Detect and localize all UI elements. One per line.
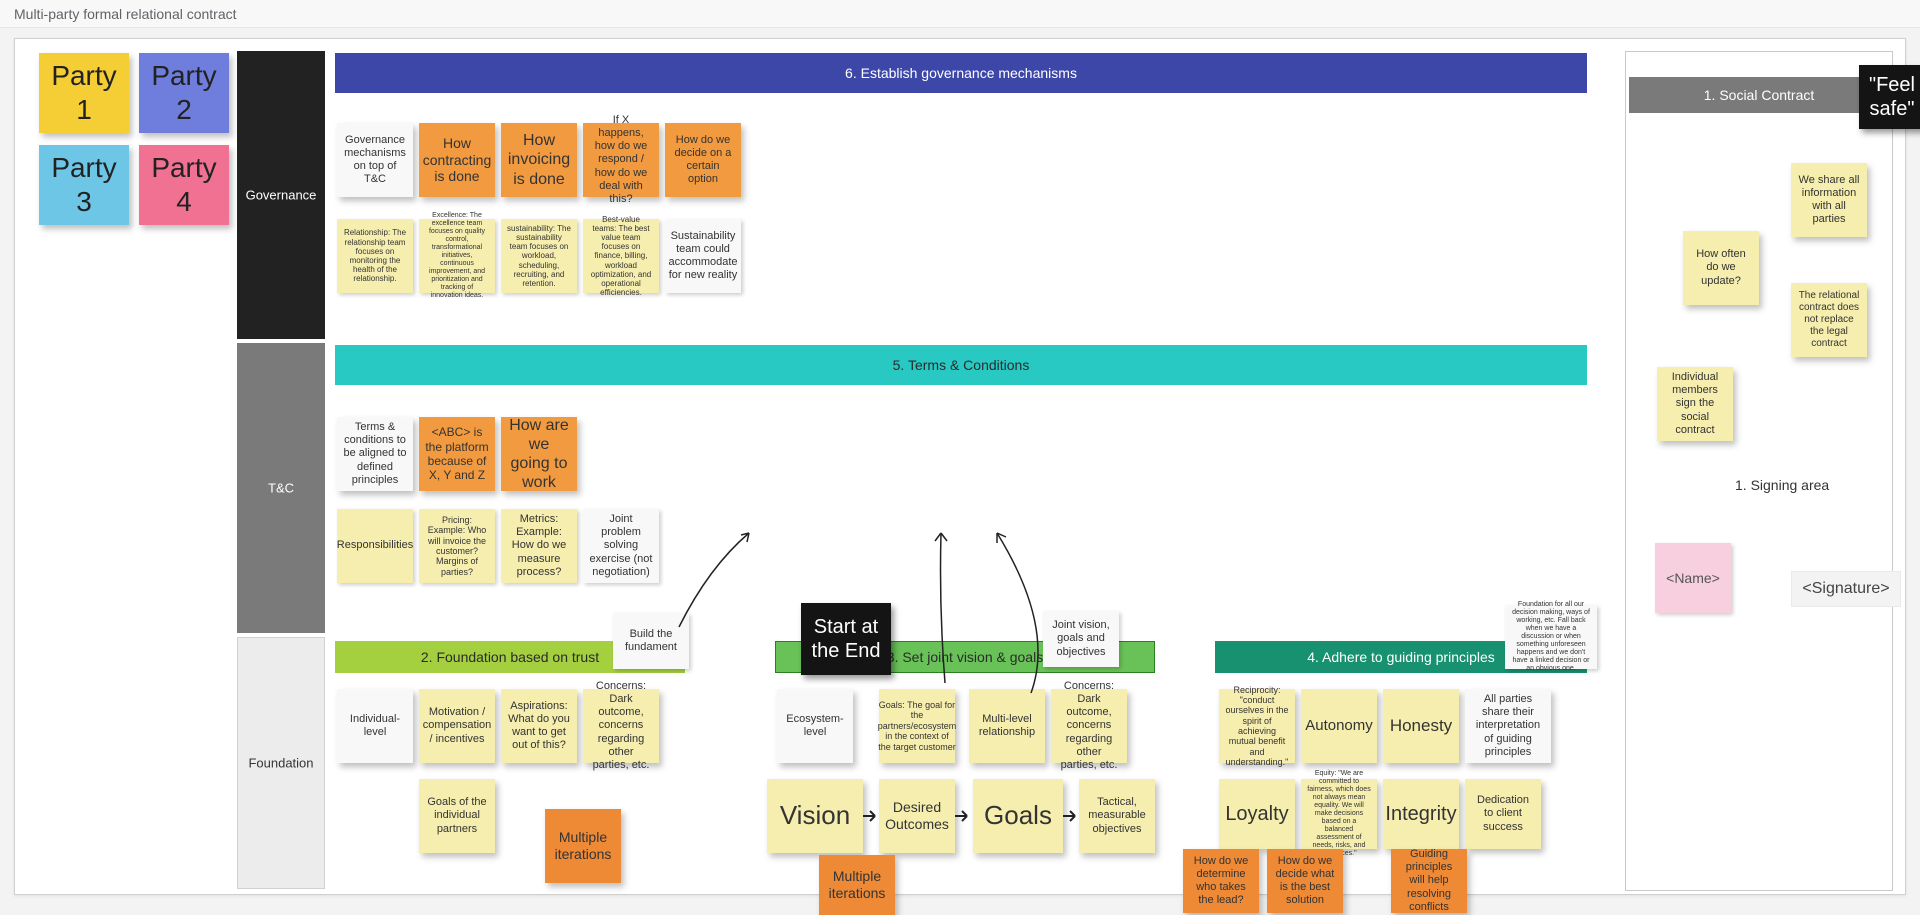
note-gov-2a[interactable]: Relationship: The relationship team focu…	[337, 219, 413, 293]
banner-tc: 5. Terms & Conditions	[335, 345, 1587, 385]
signing-area-title: 1. Signing area	[1735, 477, 1829, 493]
whiteboard-canvas[interactable]: Party 1 Party 2 Party 3 Party 4 Governan…	[14, 38, 1906, 895]
note-found-e[interactable]: Goals of the individual partners	[419, 779, 495, 853]
note-found-iter[interactable]: Multiple iterations	[545, 809, 621, 883]
note-party-4[interactable]: Party 4	[139, 145, 229, 225]
note-pr-interp[interactable]: All parties share their interpretation o…	[1465, 689, 1551, 763]
note-side-legal[interactable]: The relational contract does not replace…	[1791, 283, 1867, 357]
note-tc-1c[interactable]: How are we going to work	[501, 417, 577, 491]
board-title-text: Multi-party formal relational contract	[14, 6, 237, 22]
note-party-1[interactable]: Party 1	[39, 53, 129, 133]
note-gov-1a[interactable]: Governance mechanisms on top of T&C	[337, 123, 413, 197]
note-party-3[interactable]: Party 3	[39, 145, 129, 225]
note-name-placeholder[interactable]: <Name>	[1655, 543, 1731, 613]
label-tc: T&C	[237, 343, 325, 633]
note-pr-eq[interactable]: Equity: "We are committed to fairness, w…	[1301, 779, 1377, 849]
note-party-2[interactable]: Party 2	[139, 53, 229, 133]
note-pr-best[interactable]: How do we decide what is the best soluti…	[1267, 849, 1343, 913]
note-side-share[interactable]: We share all information with all partie…	[1791, 163, 1867, 237]
arrow-vision-2	[955, 807, 973, 830]
note-gov-1c[interactable]: How invoicing is done	[501, 123, 577, 197]
note-vision-iter[interactable]: Multiple iterations	[819, 855, 895, 915]
banner-governance: 6. Establish governance mechanisms	[335, 53, 1587, 93]
note-side-sign[interactable]: Individual members sign the social contr…	[1657, 367, 1733, 441]
note-found-a[interactable]: Individual-level	[337, 689, 413, 763]
note-gov-2d[interactable]: Best-value teams: The best value team fo…	[583, 219, 659, 293]
label-foundation: Foundation	[237, 637, 325, 889]
note-found-c[interactable]: Aspirations: What do you want to get out…	[501, 689, 577, 763]
note-tc-1b[interactable]: <ABC> is the platform because of X, Y an…	[419, 417, 495, 491]
note-tc-2a[interactable]: Responsibilities	[337, 509, 413, 583]
note-gov-1b[interactable]: How contracting is done	[419, 123, 495, 197]
board-title: Multi-party formal relational contract	[0, 0, 1920, 28]
note-vision-d[interactable]: Concerns: Dark outcome, concerns regardi…	[1051, 689, 1127, 763]
note-vision-c[interactable]: Multi-level relationship	[969, 689, 1045, 763]
note-gov-1e[interactable]: How do we decide on a certain option	[665, 123, 741, 197]
note-vision-do[interactable]: Desired Outcomes	[879, 779, 955, 853]
note-tc-2c[interactable]: Metrics: Example: How do we measure proc…	[501, 509, 577, 583]
note-side-update[interactable]: How often do we update?	[1683, 231, 1759, 305]
note-pr-aut[interactable]: Autonomy	[1301, 689, 1377, 763]
note-gov-1d[interactable]: If X happens, how do we respond / how do…	[583, 123, 659, 197]
note-found-b[interactable]: Motivation / compensation / incentives	[419, 689, 495, 763]
note-pr-int[interactable]: Integrity	[1383, 779, 1459, 849]
note-tc-2b[interactable]: Pricing: Example: Who will invoice the c…	[419, 509, 495, 583]
signature-slot[interactable]: <Signature>	[1791, 571, 1901, 607]
note-pr-lead[interactable]: How do we determine who takes the lead?	[1183, 849, 1259, 913]
banner-social: 1. Social Contract	[1629, 77, 1889, 113]
note-gov-2e[interactable]: Sustainability team could accommodate fo…	[665, 219, 741, 293]
note-pr-hon[interactable]: Honesty	[1383, 689, 1459, 763]
note-gov-2b[interactable]: Excellence: The excellence team focuses …	[419, 219, 495, 293]
note-vision-g[interactable]: Goals	[973, 779, 1063, 853]
note-pr-rec[interactable]: Reciprocity: "conduct ourselves in the s…	[1219, 689, 1295, 763]
note-vision-a[interactable]: Ecosystem-level	[777, 689, 853, 763]
note-principles-callout[interactable]: Foundation for all our decision making, …	[1505, 605, 1597, 669]
note-pr-help[interactable]: Guiding principles will help resolving c…	[1391, 849, 1467, 913]
note-start-at-end[interactable]: Start at the End	[801, 603, 891, 675]
note-pr-loy[interactable]: Loyalty	[1219, 779, 1295, 849]
note-vision-b[interactable]: Goals: The goal for the partners/ecosyst…	[879, 689, 955, 763]
note-found-d[interactable]: Concerns: Dark outcome, concerns regardi…	[583, 689, 659, 763]
note-tc-1a[interactable]: Terms & conditions to be aligned to defi…	[337, 417, 413, 491]
note-tc-2d[interactable]: Joint problem solving exercise (not nego…	[583, 509, 659, 583]
note-found-callout[interactable]: Build the fundament	[613, 613, 689, 669]
note-gov-2c[interactable]: sustainability: The sustainability team …	[501, 219, 577, 293]
note-feel-safe[interactable]: "Feel safe"	[1859, 65, 1920, 129]
label-governance: Governance	[237, 51, 325, 339]
note-pr-ded[interactable]: Dedication to client success	[1465, 779, 1541, 849]
note-vision-v[interactable]: Vision	[767, 779, 863, 853]
note-vision-tmo[interactable]: Tactical, measurable objectives	[1079, 779, 1155, 853]
note-vision-callout[interactable]: Joint vision, goals and objectives	[1043, 611, 1119, 667]
